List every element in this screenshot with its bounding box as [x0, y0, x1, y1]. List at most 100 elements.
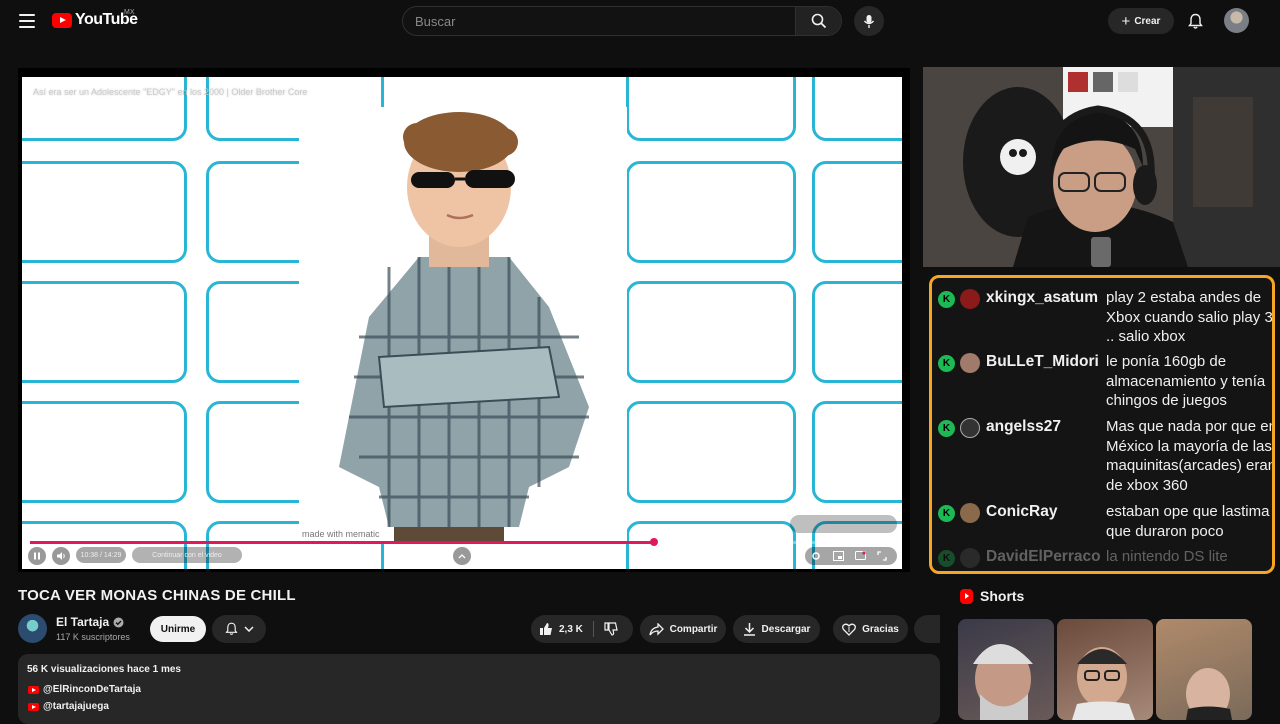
download-label: Descargar [761, 623, 811, 635]
boy-with-sunglasses-illustration [339, 112, 589, 541]
create-label: Crear [1134, 15, 1161, 27]
bg-tile [812, 161, 902, 263]
scrubber-handle[interactable] [649, 538, 658, 546]
overlay-video-title[interactable]: Así era ser un Adolescente "EDGY" en los… [33, 87, 307, 97]
search-input[interactable] [403, 7, 795, 35]
chat-message: K BuLLeT_Midori le ponía 160gb de almace… [938, 342, 1272, 409]
progress-fill [30, 541, 654, 544]
download-icon [743, 623, 755, 636]
video-title: TOCA VER MONAS CHINAS DE CHILL [18, 587, 296, 604]
bg-tile [626, 401, 796, 503]
shorts-header: Shorts [960, 588, 1024, 604]
bg-tile [626, 281, 796, 383]
chat-avatar [960, 353, 980, 373]
thumbs-down-icon[interactable] [604, 622, 618, 636]
notifications-button[interactable] [1184, 10, 1206, 32]
description-link[interactable]: @tartajajuega [28, 701, 109, 712]
chat-avatar [960, 503, 980, 523]
description-box[interactable]: 56 K visualizaciones hace 1 mes @ElRinco… [18, 654, 940, 724]
streamer-webcam-image [923, 67, 1280, 267]
microphone-icon [863, 14, 875, 28]
channel-name[interactable]: El Tartaja [56, 615, 109, 629]
thanks-button[interactable]: Gracias [833, 615, 908, 643]
pause-button[interactable] [28, 547, 46, 565]
thumbs-up-icon[interactable] [539, 622, 553, 636]
like-dislike-group: 2,3 K [531, 615, 633, 643]
bg-tile [626, 161, 796, 263]
volume-icon [56, 552, 65, 560]
more-actions-button[interactable] [914, 615, 940, 643]
subscribe-notification-button[interactable] [212, 615, 266, 643]
bg-tile [812, 77, 902, 141]
chat-username: DavidElPerraco [986, 548, 1101, 565]
chat-message: K ConicRay estaban ope que lastima que d… [938, 492, 1272, 540]
channel-avatar[interactable] [18, 614, 47, 643]
bg-tile [22, 161, 187, 263]
download-button[interactable]: Descargar [733, 615, 820, 643]
video-player[interactable]: Así era ser un Adolescente "EDGY" en los… [18, 68, 910, 572]
kick-badge-icon: K [938, 291, 955, 308]
chat-avatar [960, 418, 980, 438]
chapter-button[interactable]: Continuar con el video [132, 547, 242, 563]
account-avatar[interactable] [1224, 8, 1249, 33]
volume-button[interactable] [52, 547, 70, 565]
short-thumbnail-image [973, 644, 1033, 720]
bg-tile [812, 281, 902, 383]
create-button[interactable]: + Crear [1108, 8, 1174, 34]
like-count[interactable]: 2,3 K [559, 624, 583, 635]
chevron-up-icon [458, 554, 466, 559]
live-chat-overlay: K xkingx_asatum play 2 estaba andes de X… [929, 275, 1275, 574]
kick-badge-icon: K [938, 550, 955, 567]
meme-image [299, 107, 627, 541]
share-button[interactable]: Compartir [640, 615, 726, 643]
short-thumbnail[interactable] [958, 619, 1054, 720]
share-label: Compartir [669, 623, 718, 635]
settings-icon [812, 552, 820, 560]
bg-tile [22, 401, 187, 503]
channel-handle[interactable]: @tartajajuega [43, 701, 109, 712]
join-button[interactable]: Unirme [150, 616, 206, 642]
video-frame[interactable]: Así era ser un Adolescente "EDGY" en los… [22, 77, 902, 569]
subscriber-count: 117 K suscriptores [56, 632, 130, 642]
view-stats: 56 K visualizaciones hace 1 mes [27, 664, 181, 675]
pause-icon [34, 552, 40, 560]
heart-dollar-icon [842, 623, 857, 636]
search-icon [811, 13, 826, 29]
bg-tile [22, 281, 187, 383]
cast-icon [855, 551, 866, 560]
channel-handle[interactable]: @ElRinconDeTartaja [43, 684, 141, 695]
channel-name-row[interactable]: El Tartaja [56, 615, 124, 629]
menu-icon[interactable] [19, 14, 35, 28]
fullscreen-icon [877, 551, 887, 561]
masthead: YouTube MX + Crear [0, 0, 1280, 44]
short-thumbnail-image [1072, 647, 1135, 720]
thanks-label: Gracias [862, 623, 899, 635]
country-code: MX [124, 9, 135, 16]
kick-badge-icon: K [938, 355, 955, 372]
chat-text: le ponía 160gb de almacenamiento y tenía… [1106, 353, 1266, 409]
short-thumbnail[interactable] [1156, 619, 1252, 720]
chat-username: ConicRay [986, 503, 1058, 520]
kick-badge-icon: K [938, 420, 955, 437]
voice-search-button[interactable] [854, 6, 884, 36]
share-icon [648, 622, 664, 636]
reaction-controls[interactable] [790, 515, 897, 533]
time-display: 10:38 / 14:29 [76, 547, 126, 563]
short-thumbnail-image [1186, 668, 1232, 720]
short-thumbnail[interactable] [1057, 619, 1153, 720]
search-button[interactable] [795, 7, 841, 35]
plus-icon: + [1121, 12, 1131, 30]
bg-tile [626, 77, 796, 141]
kick-badge-icon: K [938, 505, 955, 522]
progress-bar[interactable] [30, 538, 896, 546]
chat-avatar [960, 548, 980, 568]
description-link[interactable]: @ElRinconDeTartaja [28, 684, 141, 695]
chat-message: K xkingx_asatum play 2 estaba andes de X… [938, 278, 1272, 345]
webcam-feed [923, 67, 1280, 267]
verified-icon [113, 617, 124, 627]
chat-username: angelss27 [986, 418, 1061, 435]
expand-controls-button[interactable] [453, 547, 471, 565]
bg-tile [812, 401, 902, 503]
divider [592, 621, 594, 637]
youtube-icon [28, 685, 39, 694]
